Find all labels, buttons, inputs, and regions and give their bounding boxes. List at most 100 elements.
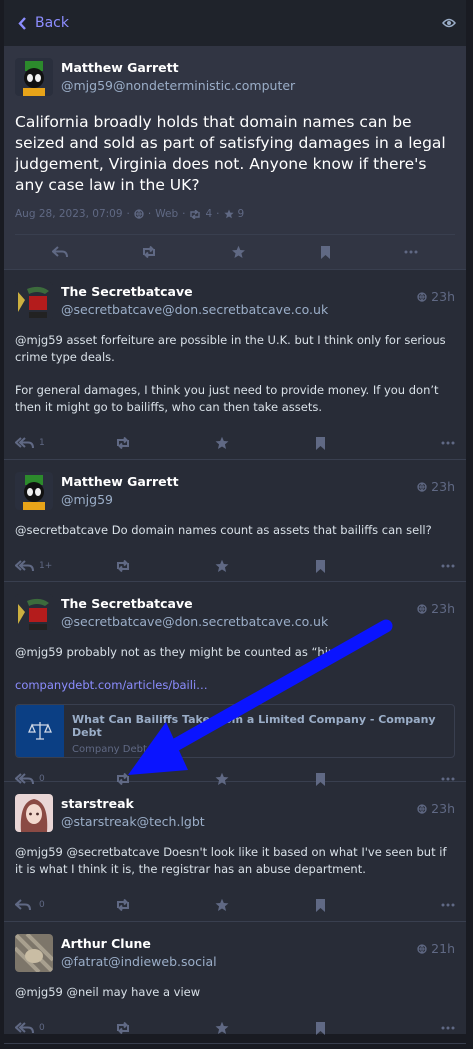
globe-icon	[417, 943, 427, 954]
avatar[interactable]	[15, 282, 53, 320]
more-icon	[441, 1026, 455, 1030]
more-button[interactable]	[441, 903, 455, 907]
paragraph: @secretbatcave Do domain names count as …	[15, 523, 432, 537]
more-button[interactable]	[441, 1026, 455, 1030]
application-name[interactable]: Web	[155, 208, 178, 220]
reply-count: 0	[39, 900, 45, 910]
bookmark-button[interactable]	[315, 559, 415, 573]
star-icon	[223, 209, 234, 219]
scales-icon	[28, 722, 52, 740]
avatar[interactable]	[15, 794, 53, 832]
bookmark-icon[interactable]	[320, 245, 331, 259]
boost-icon	[117, 437, 129, 449]
account-header[interactable]: The Secretbatcave @secretbatcave@don.sec…	[15, 594, 455, 632]
avatar[interactable]	[15, 58, 53, 96]
paragraph: @mjg59 asset forfeiture are possible in …	[15, 333, 446, 364]
more-button[interactable]	[441, 777, 455, 781]
action-bar: 1	[15, 422, 455, 464]
bookmark-button[interactable]	[315, 1021, 415, 1035]
status-time[interactable]: 21h	[417, 941, 455, 956]
display-name: The Secretbatcave	[61, 284, 193, 299]
display-name: starstreak	[61, 796, 134, 811]
more-button[interactable]	[441, 564, 455, 568]
avatar[interactable]	[15, 472, 53, 510]
account-header[interactable]: Matthew Garrett @mjg59@nondeterministic.…	[15, 58, 455, 96]
status-content: California broadly holds that domain nam…	[15, 113, 446, 194]
card-title: What Can Bailiffs Take from a Limited Co…	[72, 713, 436, 739]
favourite-button[interactable]	[215, 559, 315, 573]
status-date[interactable]: Aug 28, 2023, 07:09	[15, 208, 123, 220]
back-button[interactable]: Back	[18, 15, 69, 31]
globe-icon	[134, 209, 144, 219]
more-icon	[441, 903, 455, 907]
more-button[interactable]	[441, 441, 455, 445]
reply-icon[interactable]	[51, 246, 68, 258]
avatar[interactable]	[15, 934, 53, 972]
eye-icon[interactable]	[442, 18, 456, 28]
paragraph: @mjg59 probably not as they might be cou…	[15, 645, 353, 659]
main-status: Matthew Garrett @mjg59@nondeterministic.…	[4, 46, 466, 270]
bookmark-button[interactable]	[315, 436, 415, 450]
boost-icon	[117, 899, 129, 911]
star-icon[interactable]	[231, 245, 246, 259]
more-icon[interactable]	[404, 250, 418, 254]
status-time[interactable]: 23h	[417, 479, 455, 494]
favourite-button[interactable]	[215, 436, 315, 450]
reply-button[interactable]: 0	[15, 1022, 115, 1034]
separator: ·	[126, 208, 130, 220]
reply-status[interactable]: The Secretbatcave @secretbatcave@don.sec…	[4, 270, 466, 460]
reply-status[interactable]: The Secretbatcave @secretbatcave@don.sec…	[4, 582, 466, 786]
status-time[interactable]: 23h	[417, 289, 455, 304]
reply-status[interactable]: starstreak @starstreak@tech.lgbt 23h @mj…	[4, 782, 466, 922]
boost-button[interactable]	[115, 899, 215, 911]
boost-icon[interactable]	[141, 246, 157, 258]
link-preview-card[interactable]: What Can Bailiffs Take from a Limited Co…	[15, 704, 455, 758]
account-header[interactable]: Matthew Garrett @mjg59	[15, 472, 455, 510]
account-header[interactable]: starstreak @starstreak@tech.lgbt	[15, 794, 455, 832]
reply-status[interactable]: Arthur Clune @fatrat@indieweb.social 21h…	[4, 922, 466, 1044]
avatar[interactable]	[15, 594, 53, 632]
status-time[interactable]: 23h	[417, 601, 455, 616]
reply-count: 1+	[39, 561, 53, 571]
reply-button[interactable]: 0	[15, 899, 115, 911]
action-bar	[15, 235, 455, 269]
card-thumbnail	[16, 705, 64, 757]
favourite-button[interactable]	[215, 898, 315, 912]
chevron-left-icon	[18, 16, 26, 30]
reply-icon	[15, 899, 31, 911]
bookmark-icon	[316, 559, 325, 573]
boost-icon	[117, 1022, 129, 1034]
reply-count: 1	[39, 438, 45, 448]
globe-icon	[417, 291, 427, 302]
status-time[interactable]: 23h	[417, 801, 455, 816]
display-name: The Secretbatcave	[61, 596, 193, 611]
favourite-count[interactable]: 9	[238, 208, 245, 220]
time-label: 23h	[431, 289, 455, 304]
boost-button[interactable]	[115, 1022, 215, 1034]
boost-count[interactable]: 4	[205, 208, 212, 220]
bookmark-button[interactable]	[315, 898, 415, 912]
favourite-button[interactable]	[215, 1021, 315, 1035]
display-name: Matthew Garrett	[61, 60, 179, 75]
reply-button[interactable]: 1	[15, 437, 115, 449]
separator: ·	[216, 208, 220, 220]
username: @secretbatcave@don.secretbatcave.co.uk	[61, 614, 329, 629]
boost-button[interactable]	[115, 560, 215, 572]
account-header[interactable]: Arthur Clune @fatrat@indieweb.social	[15, 934, 455, 972]
reply-all-icon	[15, 1022, 34, 1034]
boost-icon	[117, 560, 129, 572]
reply-all-icon	[15, 437, 34, 449]
reply-all-icon	[15, 560, 34, 572]
display-name: Arthur Clune	[61, 936, 151, 951]
reply-button[interactable]: 1+	[15, 560, 115, 572]
card-provider: Company Debt Ltd	[72, 744, 166, 755]
status-link[interactable]: companydebt.com/articles/baili…	[15, 678, 208, 692]
bookmark-icon	[316, 898, 325, 912]
action-bar: 1+	[15, 545, 455, 587]
username: @mjg59@nondeterministic.computer	[61, 78, 296, 93]
star-icon	[215, 436, 229, 450]
reply-status[interactable]: Matthew Garrett @mjg59 23h @secretbatcav…	[4, 460, 466, 582]
account-header[interactable]: The Secretbatcave @secretbatcave@don.sec…	[15, 282, 455, 320]
boost-button[interactable]	[115, 437, 215, 449]
username: @secretbatcave@don.secretbatcave.co.uk	[61, 302, 329, 317]
